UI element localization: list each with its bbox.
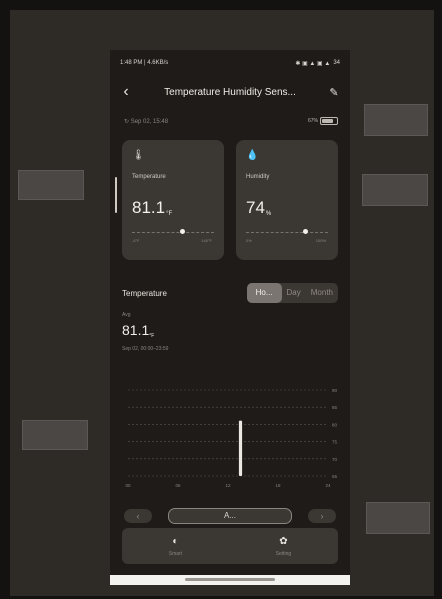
temperature-card[interactable]: 🌡 Temperature 81.1°F -4°F 140°F bbox=[122, 140, 224, 260]
smart-icon: ◐ bbox=[172, 535, 179, 547]
nav-smart-label: Smart bbox=[168, 550, 183, 557]
battery-icon bbox=[320, 117, 338, 125]
range-track bbox=[132, 232, 214, 234]
next-period-button[interactable]: › bbox=[308, 509, 336, 523]
page-title: Temperature Humidity Sens... bbox=[164, 86, 296, 98]
humidity-card[interactable]: 💧 Humidity 74% 0% 100% bbox=[236, 140, 338, 260]
period-segmented-control: Ho... Day Month bbox=[246, 283, 338, 303]
sync-timestamp: ↻ Sep 02, 15:48 bbox=[124, 118, 169, 125]
thermometer-icon: 🌡 bbox=[132, 150, 145, 161]
card-value: 81.1°F bbox=[132, 198, 173, 217]
x-tick-label: 24 bbox=[325, 483, 331, 488]
card-label: Humidity bbox=[246, 174, 270, 180]
y-tick-label: 65 bbox=[332, 474, 338, 479]
range-track bbox=[246, 232, 328, 234]
period-selector[interactable]: A... bbox=[168, 508, 292, 524]
nav-smart[interactable]: ◐ Smart bbox=[169, 536, 182, 557]
section-header: Temperature Ho... Day Month bbox=[122, 282, 338, 304]
range-max: 140°F bbox=[201, 238, 212, 243]
x-tick-label: 06 bbox=[175, 483, 181, 488]
card-label: Temperature bbox=[132, 174, 166, 180]
ghost-panel-right-bottom bbox=[366, 502, 430, 534]
x-tick-label: 00 bbox=[125, 483, 131, 488]
sync-icon: ↻ bbox=[124, 118, 130, 125]
edit-icon[interactable]: ✎ bbox=[326, 86, 342, 99]
range-min: 0% bbox=[246, 238, 252, 243]
device-battery: 67% bbox=[308, 117, 338, 125]
tab-day[interactable]: Day bbox=[282, 283, 306, 303]
status-time: 1:48 PM | 4.6KB/s bbox=[120, 60, 169, 66]
battery-level: 34 bbox=[333, 60, 340, 66]
ghost-panel-right-middle bbox=[362, 174, 428, 206]
ghost-panel-left-top bbox=[18, 170, 84, 200]
status-icons: ✱ ▣ ▲ ▣ ▲ 34 bbox=[295, 60, 340, 67]
app-header: ‹ Temperature Humidity Sens... ✎ bbox=[118, 82, 342, 102]
nav-setting[interactable]: ✿ Setting bbox=[276, 536, 292, 557]
gear-icon: ✿ bbox=[279, 535, 288, 547]
avg-label: Avg bbox=[122, 312, 131, 318]
avg-value: 81.1°F bbox=[122, 322, 155, 339]
avg-date-range: Sep 02, 00:00–23:59 bbox=[122, 346, 169, 352]
signal-icons: ✱ ▣ ▲ ▣ ▲ bbox=[295, 60, 331, 67]
range-knob bbox=[302, 229, 308, 234]
range-min: -4°F bbox=[132, 238, 140, 243]
card-value: 74% bbox=[246, 198, 272, 217]
ghost-panel-left-bottom bbox=[22, 420, 88, 450]
x-tick-label: 18 bbox=[275, 483, 281, 488]
y-tick-label: 70 bbox=[332, 457, 338, 462]
droplets-icon: 💧 bbox=[246, 150, 259, 161]
section-title: Temperature bbox=[122, 288, 167, 298]
y-tick-label: 90 bbox=[332, 388, 338, 393]
system-home-bar bbox=[110, 575, 350, 585]
y-tick-label: 80 bbox=[332, 422, 338, 427]
card-unit: % bbox=[265, 211, 272, 217]
tab-hour[interactable]: Ho... bbox=[246, 283, 282, 303]
chart-bar[interactable] bbox=[238, 420, 243, 476]
bottom-navigation: ◐ Smart ✿ Setting bbox=[122, 528, 338, 564]
home-indicator[interactable] bbox=[185, 578, 275, 581]
range-max: 100% bbox=[315, 238, 326, 243]
x-tick-label: 12 bbox=[225, 483, 231, 488]
scroll-indicator bbox=[115, 177, 117, 213]
y-tick-label: 85 bbox=[332, 405, 338, 410]
temperature-chart: 90 85 80 75 70 65 00 06 12 18 24 bbox=[125, 388, 338, 488]
card-unit: °F bbox=[166, 211, 173, 217]
y-tick-label: 75 bbox=[332, 440, 338, 445]
date-navigation: ‹ A... › bbox=[124, 508, 336, 524]
battery-label: 67% bbox=[307, 118, 318, 124]
sync-row: ↻ Sep 02, 15:48 67% bbox=[124, 116, 338, 126]
prev-period-button[interactable]: ‹ bbox=[124, 509, 152, 523]
status-bar: 1:48 PM | 4.6KB/s ✱ ▣ ▲ ▣ ▲ 34 bbox=[120, 58, 340, 68]
back-icon[interactable]: ‹ bbox=[118, 83, 134, 101]
ghost-panel-right-top bbox=[364, 104, 428, 136]
nav-setting-label: Setting bbox=[275, 550, 292, 557]
tab-month[interactable]: Month bbox=[306, 283, 338, 303]
avg-unit: °F bbox=[149, 333, 155, 339]
phone-screen: 1:48 PM | 4.6KB/s ✱ ▣ ▲ ▣ ▲ 34 ‹ Tempera… bbox=[110, 50, 350, 585]
